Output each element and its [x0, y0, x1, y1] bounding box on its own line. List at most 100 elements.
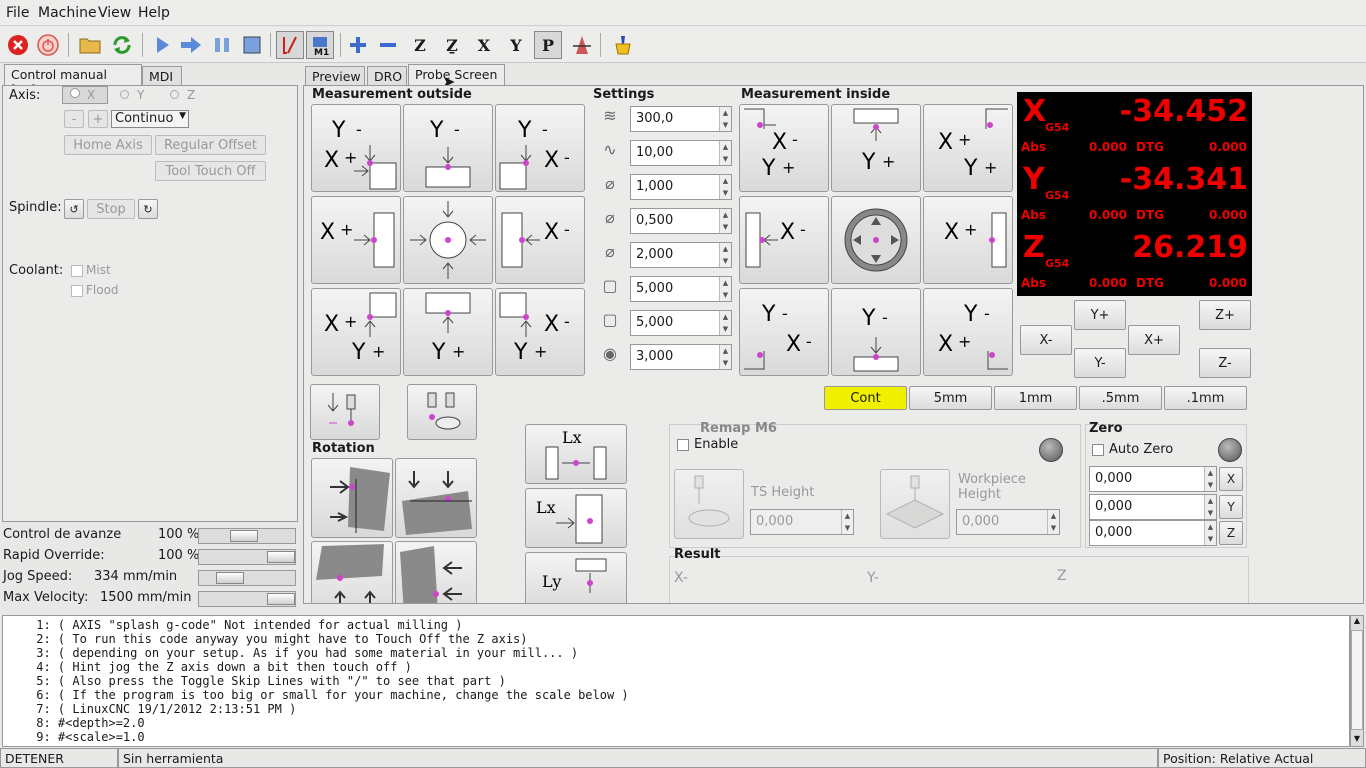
flood-checkbox[interactable]: [71, 285, 83, 297]
probe-outside-xminus-yminus-button[interactable]: Y-X-: [495, 104, 585, 192]
run-icon[interactable]: [148, 31, 176, 59]
gcode-line[interactable]: 6: ( If the program is too big or small …: [3, 688, 1349, 702]
pause-icon[interactable]: [208, 31, 236, 59]
slider-knob[interactable]: [216, 572, 244, 584]
zoom-out-icon[interactable]: [374, 31, 402, 59]
setting-input[interactable]: 300,0 ▲ ▼: [630, 106, 732, 132]
rotation-yplus-button[interactable]: [311, 541, 393, 603]
spindle-ccw-icon[interactable]: ↺: [64, 199, 84, 219]
zero-z-icon[interactable]: Z: [1219, 521, 1243, 545]
probe-outside-xplus-yminus-button[interactable]: Y - X +: [311, 104, 401, 192]
ts-height-button[interactable]: [674, 469, 744, 539]
tool-touch-off-button[interactable]: Tool Touch Off: [155, 161, 266, 181]
probe-inside-yplus-button[interactable]: Y +: [831, 104, 921, 192]
override-slider[interactable]: [198, 528, 296, 544]
slider-knob[interactable]: [267, 551, 295, 563]
view-x-icon[interactable]: X: [470, 31, 498, 59]
tab-probe-screen[interactable]: Probe Screen: [408, 64, 505, 86]
scroll-down-icon[interactable]: ▼: [1351, 734, 1363, 746]
slider-knob[interactable]: [230, 530, 258, 542]
menu-help[interactable]: Help: [138, 5, 170, 21]
zero-y-icon[interactable]: Y: [1219, 495, 1243, 519]
probe-inside-xminus-button[interactable]: X-: [739, 196, 829, 284]
zero-x-icon[interactable]: X: [1219, 467, 1243, 491]
probe-outside-xplus-yplus-button[interactable]: X + Y +: [311, 288, 401, 376]
probe-outside-xplus-button[interactable]: X +: [311, 196, 401, 284]
gcode-line[interactable]: 5: ( Also press the Toggle Skip Lines wi…: [3, 674, 1349, 688]
override-slider[interactable]: [198, 570, 296, 586]
tool-measure-button[interactable]: [407, 384, 477, 440]
view-z-icon[interactable]: Z: [406, 31, 434, 59]
view-z2-icon[interactable]: Ẕ: [438, 31, 466, 59]
radio-dot-z[interactable]: [170, 90, 179, 99]
probe-inside-xminus-yminus-button[interactable]: Y-X-: [739, 288, 829, 376]
radio-dot-y[interactable]: [120, 90, 129, 99]
probe-outside-xminus-yplus-button[interactable]: X - Y +: [495, 288, 585, 376]
open-folder-icon[interactable]: [76, 31, 104, 59]
jog-mode-select[interactable]: Continuo ▼: [111, 110, 189, 128]
mist-checkbox[interactable]: [71, 265, 83, 277]
spindle-cw-icon[interactable]: ↻: [138, 199, 158, 219]
jog-xminus-button[interactable]: X-: [1020, 325, 1072, 355]
zoom-in-icon[interactable]: [344, 31, 372, 59]
gcode-line[interactable]: 1: ( AXIS "splash g-code" Not intended f…: [3, 618, 1349, 632]
clear-plot-icon[interactable]: [608, 31, 636, 59]
jog-plus-button[interactable]: +: [88, 110, 108, 128]
rotation-yminus-button[interactable]: [395, 458, 477, 538]
enable-checkbox[interactable]: [677, 439, 689, 451]
probe-outside-center-button[interactable]: [403, 196, 493, 284]
probe-inside-center-button[interactable]: [831, 196, 921, 284]
increment-1mm-button[interactable]: 1mm: [994, 386, 1077, 410]
gcode-scrollbar[interactable]: ▲ ▼: [1350, 615, 1364, 747]
spindle-stop-button[interactable]: Stop: [87, 199, 135, 219]
ts-height-input[interactable]: 0,000 ▲ ▼: [750, 509, 854, 535]
jog-yplus-button[interactable]: Y+: [1074, 300, 1126, 330]
jog-xplus-button[interactable]: X+: [1128, 325, 1180, 355]
scroll-thumb[interactable]: [1351, 630, 1363, 730]
probe-inside-xplus-yminus-button[interactable]: Y - X +: [923, 288, 1013, 376]
scroll-up-icon[interactable]: ▲: [1351, 616, 1363, 628]
zero-x-input[interactable]: 0,000 ▲ ▼: [1089, 466, 1217, 492]
increment-5mm-button[interactable]: 5mm: [909, 386, 992, 410]
increment-cont-button[interactable]: Cont: [824, 386, 907, 410]
power-icon[interactable]: [34, 31, 62, 59]
stop-program-icon[interactable]: [238, 31, 266, 59]
setting-input[interactable]: 2,000 ▲ ▼: [630, 242, 732, 268]
jog-zplus-button[interactable]: Z+: [1199, 300, 1251, 330]
probe-inside-xplus-yplus-button[interactable]: X + Y +: [923, 104, 1013, 192]
jog-yminus-button[interactable]: Y-: [1074, 348, 1126, 378]
menu-file[interactable]: File: [6, 5, 29, 21]
gcode-line[interactable]: 8: #<depth>=2.0: [3, 716, 1349, 730]
probe-outside-yplus-button[interactable]: Y +: [403, 288, 493, 376]
probe-inside-xplus-button[interactable]: X +: [923, 196, 1013, 284]
gcode-line[interactable]: 9: #<scale>=1.0: [3, 730, 1349, 744]
jog-minus-button[interactable]: -: [64, 110, 84, 128]
tab-preview[interactable]: Preview: [305, 66, 365, 86]
jog-zminus-button[interactable]: Z-: [1199, 348, 1251, 378]
override-slider[interactable]: [198, 591, 296, 607]
probe-outside-yminus-button[interactable]: Y-: [403, 104, 493, 192]
gcode-listing[interactable]: 1: ( AXIS "splash g-code" Not intended f…: [2, 615, 1350, 747]
increment-01mm-button[interactable]: .1mm: [1164, 386, 1247, 410]
workpiece-height-input[interactable]: 0,000 ▲ ▼: [956, 509, 1060, 535]
menu-machine[interactable]: Machine: [38, 5, 97, 21]
regular-offset-button[interactable]: Regular Offset: [155, 135, 266, 155]
override-slider[interactable]: [198, 549, 296, 565]
gcode-line[interactable]: 2: ( To run this code anyway you might h…: [3, 632, 1349, 646]
gcode-line[interactable]: 3: ( depending on your setup. As if you …: [3, 646, 1349, 660]
estop-icon[interactable]: [4, 31, 32, 59]
zero-z-input[interactable]: 0,000 ▲ ▼: [1089, 520, 1217, 546]
axis-x-radio[interactable]: [62, 86, 108, 104]
increment-05mm-button[interactable]: .5mm: [1079, 386, 1162, 410]
setting-input[interactable]: 0,500 ▲ ▼: [630, 208, 732, 234]
reload-icon[interactable]: [108, 31, 136, 59]
setting-input[interactable]: 5,000 ▲ ▼: [630, 276, 732, 302]
tab-dro[interactable]: DRO: [367, 66, 407, 86]
workpiece-height-button[interactable]: [880, 469, 950, 539]
setting-input[interactable]: 10,00 ▲ ▼: [630, 140, 732, 166]
setting-input[interactable]: 5,000 ▲ ▼: [630, 310, 732, 336]
auto-zero-checkbox[interactable]: [1092, 444, 1104, 456]
probe-inside-xminus-yplus-button[interactable]: X - Y +: [739, 104, 829, 192]
probe-outside-xminus-button[interactable]: X-: [495, 196, 585, 284]
measure-lx-outside-button[interactable]: Lx: [525, 424, 627, 484]
